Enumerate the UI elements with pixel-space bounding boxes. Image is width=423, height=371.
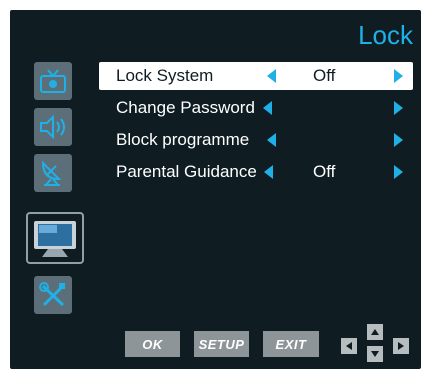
nav-right-button[interactable] xyxy=(393,338,409,354)
menu-item-block-programme[interactable]: Block programme xyxy=(99,126,413,154)
menu-item-label: Change Password xyxy=(116,98,255,117)
right-arrow-icon[interactable] xyxy=(394,101,403,115)
arrow-right-icon xyxy=(398,342,404,350)
sidebar-item-lock[interactable] xyxy=(26,212,84,264)
sidebar-item-tools[interactable] xyxy=(34,276,72,314)
nav-left-button[interactable] xyxy=(341,338,357,354)
exit-button[interactable]: EXIT xyxy=(263,331,319,357)
menu-item-label: Block programme xyxy=(116,130,250,149)
right-arrow-icon[interactable] xyxy=(394,133,403,147)
menu-item-value: Off xyxy=(313,66,336,85)
nav-down-button[interactable] xyxy=(367,346,383,362)
menu-item-value: Off xyxy=(313,162,336,181)
menu-item-label: Lock System xyxy=(116,66,214,85)
arrow-left-icon xyxy=(346,342,352,350)
osd-screen: Lock Lock System Off Change Password Blo… xyxy=(10,10,421,369)
arrow-up-icon xyxy=(371,329,379,335)
menu-item-lock-system[interactable]: Lock System Off xyxy=(99,62,413,90)
setup-button[interactable]: SETUP xyxy=(194,331,249,357)
menu-item-change-password[interactable]: Change Password xyxy=(99,94,413,122)
sidebar-item-satellite[interactable] xyxy=(34,154,72,192)
tools-icon xyxy=(39,282,65,307)
sidebar-item-sound[interactable] xyxy=(34,108,72,146)
menu-item-parental-guidance[interactable]: Parental Guidance Off xyxy=(99,158,413,186)
right-arrow-icon[interactable] xyxy=(394,69,403,83)
sound-icon xyxy=(40,114,65,140)
left-arrow-icon[interactable] xyxy=(267,133,276,147)
menu-item-label: Parental Guidance xyxy=(116,162,257,181)
right-arrow-icon[interactable] xyxy=(394,165,403,179)
page-title: Lock xyxy=(358,20,413,50)
nav-up-button[interactable] xyxy=(367,324,383,340)
arrow-down-icon xyxy=(371,351,379,357)
left-arrow-icon[interactable] xyxy=(263,101,272,115)
left-arrow-icon[interactable] xyxy=(267,69,276,83)
left-arrow-icon[interactable] xyxy=(264,165,273,179)
tv-screen-icon xyxy=(34,221,76,257)
satellite-icon xyxy=(41,160,62,186)
sidebar-item-picture[interactable] xyxy=(34,62,72,100)
ok-button[interactable]: OK xyxy=(125,331,180,357)
picture-icon xyxy=(40,69,66,93)
